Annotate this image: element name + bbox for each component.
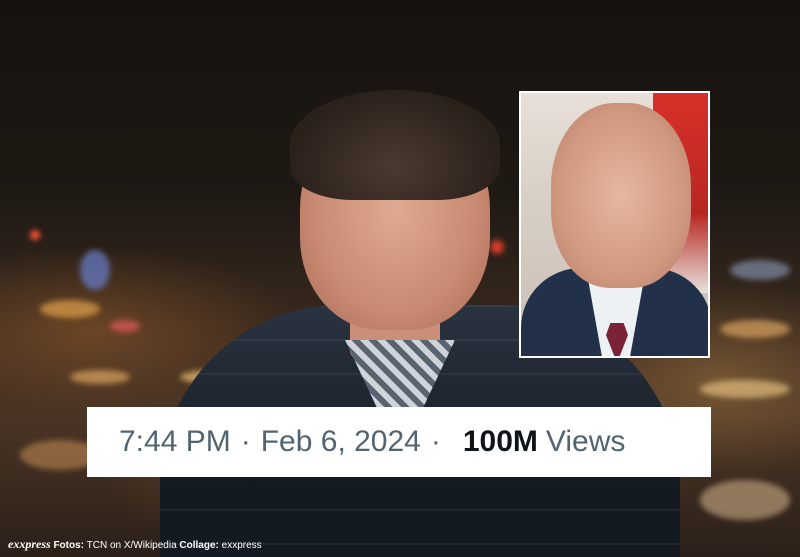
city-light: [30, 230, 40, 240]
photo-credit: exxpress Fotos: TCN on X/Wikipedia Colla…: [8, 537, 262, 552]
city-light: [700, 380, 790, 398]
collage-value: exxpress: [221, 540, 262, 551]
city-light: [70, 370, 130, 384]
post-date: Feb 6, 2024: [260, 425, 421, 458]
fotos-value: TCN on X/Wikipedia: [86, 540, 177, 551]
views-label: Views: [545, 425, 626, 458]
city-light: [720, 320, 790, 338]
views-count: 100M: [462, 425, 538, 458]
city-light: [80, 250, 110, 290]
fotos-label: Fotos:: [53, 540, 84, 551]
post-time: 7:44 PM: [119, 425, 231, 458]
inset-portrait: [519, 91, 710, 358]
post-stats-bar: 7:44 PM · Feb 6, 2024 · 100M Views: [87, 407, 711, 477]
city-light: [40, 300, 100, 318]
portrait-face: [551, 103, 691, 288]
separator-dot: ·: [430, 425, 441, 458]
collage-label: Collage:: [179, 540, 219, 551]
city-light: [700, 480, 790, 520]
separator-dot: ·: [240, 425, 251, 458]
city-light: [110, 320, 140, 332]
brand-logo: exxpress: [8, 537, 51, 551]
city-light: [730, 260, 790, 280]
host-hair: [290, 90, 500, 200]
